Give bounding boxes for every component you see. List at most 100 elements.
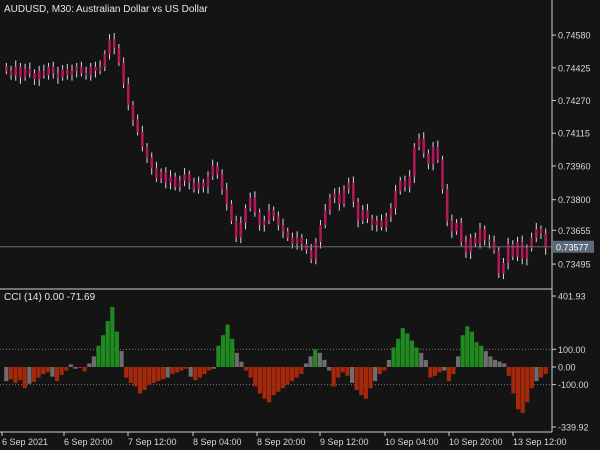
symbol-label: AUDUSD, M30: xyxy=(4,4,74,15)
candle-body xyxy=(333,193,336,198)
candle-body xyxy=(441,159,444,190)
cci-bar xyxy=(290,366,295,382)
cci-bar xyxy=(354,366,359,390)
candle-body xyxy=(187,174,191,183)
candle-body xyxy=(338,193,341,204)
cci-bar xyxy=(243,366,249,371)
cci-bar xyxy=(207,366,212,371)
candle-body xyxy=(126,83,130,105)
cci-bar xyxy=(400,328,405,367)
cci-bar xyxy=(405,333,410,367)
candle-body xyxy=(497,250,501,274)
cci-bar xyxy=(382,366,387,371)
cci-bar xyxy=(64,366,69,371)
candle-body xyxy=(47,66,50,76)
cci-bar xyxy=(409,340,415,367)
cci-bar xyxy=(82,366,87,372)
cci-bar xyxy=(174,366,179,373)
candle-body xyxy=(178,180,182,188)
cci-bar xyxy=(160,366,166,380)
candle-body xyxy=(66,68,69,76)
candle-body xyxy=(42,70,46,76)
cci-bar xyxy=(511,366,516,394)
cci-bar xyxy=(142,366,147,390)
cci-bar xyxy=(534,366,539,382)
candle-body xyxy=(474,237,477,245)
cci-bar xyxy=(331,366,336,387)
candle-body xyxy=(253,197,257,213)
cci-bar xyxy=(340,366,345,373)
cci-bar xyxy=(8,366,13,380)
chart-window[interactable]: 0.74580 0.74425 0.74270 0.74115 0.73960 0.738… xyxy=(0,0,600,450)
candle-body xyxy=(98,66,102,71)
candle-body xyxy=(366,210,369,219)
candle-body xyxy=(375,220,379,226)
cci-bar xyxy=(137,366,143,394)
cci-bar xyxy=(128,366,133,383)
cci-bar xyxy=(165,366,170,378)
cci-bar xyxy=(202,366,207,375)
candle-body xyxy=(516,241,519,257)
cci-bar xyxy=(336,366,341,378)
cci-bar xyxy=(234,352,239,367)
cci-bar xyxy=(147,366,152,385)
candle-body xyxy=(492,241,496,251)
cci-bar xyxy=(59,366,64,375)
candle-body xyxy=(300,237,304,245)
chart-canvas[interactable]: 0.74580 0.74425 0.74270 0.74115 0.73960 0.738… xyxy=(0,0,600,450)
cci-bar xyxy=(253,366,258,387)
candle-body xyxy=(469,237,472,253)
candle-body xyxy=(394,191,397,209)
cci-bar xyxy=(211,366,216,369)
cci-bar xyxy=(4,366,9,382)
cci-bar xyxy=(313,349,318,367)
candle-body xyxy=(37,70,41,80)
candle-body xyxy=(281,225,285,232)
candle-body xyxy=(108,39,111,55)
candle-body xyxy=(206,176,210,188)
cci-bar xyxy=(151,366,156,383)
cci-bar xyxy=(414,347,419,367)
cci-bar xyxy=(257,366,262,394)
candle-body xyxy=(262,220,266,226)
cci-bar xyxy=(363,366,368,399)
candle-body xyxy=(202,182,205,188)
cci-bar xyxy=(114,331,120,367)
candle-body xyxy=(19,66,22,78)
cci-bar xyxy=(437,366,442,373)
cci-tick-label: -339.92 xyxy=(558,423,589,433)
cci-bar xyxy=(349,366,355,383)
cci-bar xyxy=(193,366,198,381)
candle-body xyxy=(370,218,374,226)
cci-bar xyxy=(101,335,106,367)
candle-body xyxy=(511,244,515,257)
cci-bar xyxy=(497,361,502,367)
cci-bar xyxy=(451,366,456,375)
cci-bar xyxy=(483,351,488,367)
candle-body xyxy=(258,212,261,226)
cci-bar xyxy=(239,361,244,367)
candle-body xyxy=(169,176,172,183)
cci-bar xyxy=(492,359,498,367)
candle-body xyxy=(408,176,411,188)
cci-bar xyxy=(225,324,230,367)
cci-bar xyxy=(359,366,364,396)
candle-body xyxy=(436,146,440,160)
cci-bar xyxy=(77,366,83,368)
cci-bar xyxy=(391,347,396,367)
candle-body xyxy=(403,180,407,188)
candle-body xyxy=(103,54,107,67)
candle-body xyxy=(361,210,365,221)
time-tick-label: 8 Sep 20:00 xyxy=(257,437,306,447)
candle-body xyxy=(56,73,60,78)
time-tick-label: 7 Sep 12:00 xyxy=(128,437,177,447)
candle-body xyxy=(272,210,275,217)
time-tick-label: 6 Sep 20:00 xyxy=(64,437,113,447)
candle-body xyxy=(159,172,163,179)
candle-body xyxy=(398,180,402,192)
candle-body xyxy=(225,189,229,204)
cci-bar xyxy=(488,356,493,367)
candle-body xyxy=(173,176,177,188)
candle-body xyxy=(248,197,252,209)
candle-body xyxy=(244,208,247,223)
